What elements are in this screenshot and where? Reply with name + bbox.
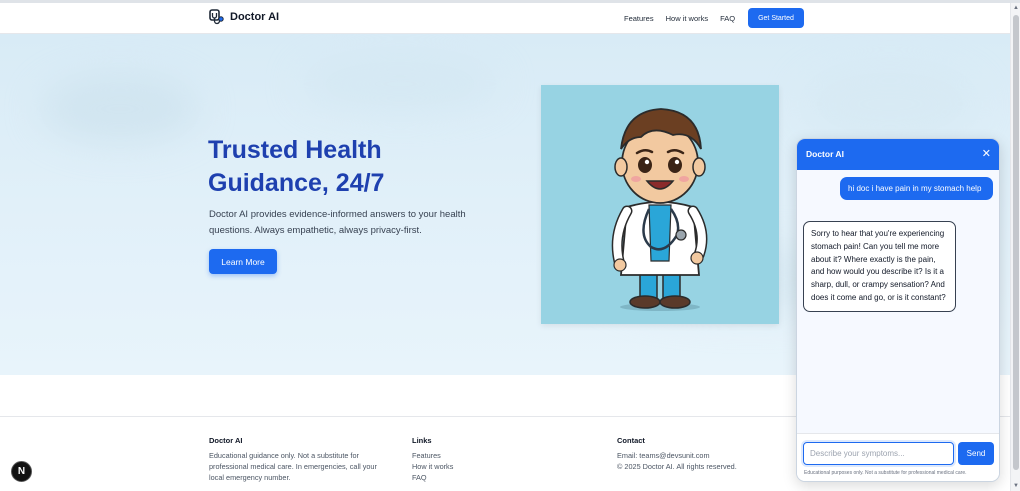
cartoon-doctor-image (611, 108, 708, 311)
hero-background-blur (800, 64, 980, 144)
footer-contact-heading: Contact (617, 436, 645, 445)
chat-disclaimer: Educational purposes only. Not a substit… (804, 470, 967, 476)
brand[interactable]: Doctor AI (209, 9, 279, 25)
footer-contact-email[interactable]: Email: teams@devsunit.com (617, 451, 787, 462)
nav-links: Features How it works FAQ (624, 14, 735, 23)
hero-background-blur (40, 74, 200, 144)
chat-title: Doctor AI (806, 149, 844, 159)
next-dev-badge[interactable]: N (11, 461, 32, 482)
chat-input-area: Send Educational purposes only. Not a su… (797, 433, 999, 481)
page-scrollbar[interactable]: ▲ ▼ (1010, 3, 1020, 491)
footer-copyright: © 2025 Doctor AI. All rights reserved. (617, 461, 737, 471)
footer-about-text: Educational guidance only. Not a substit… (209, 451, 377, 482)
footer-link-faq[interactable]: FAQ (412, 473, 532, 484)
scrollbar-thumb[interactable] (1013, 15, 1019, 470)
footer-link-how-it-works[interactable]: How it works (412, 462, 532, 473)
hero-background-blur (300, 54, 500, 114)
assistant-message: Sorry to hear that you're experiencing s… (803, 221, 956, 312)
footer-about: Doctor AI Educational guidance only. Not… (209, 436, 389, 483)
close-icon[interactable]: ✕ (982, 147, 991, 160)
doctor-illustration (541, 85, 779, 324)
chat-header: Doctor AI ✕ (797, 139, 999, 170)
hero-description: Doctor AI provides evidence-informed ans… (209, 209, 466, 236)
symptom-input[interactable] (801, 440, 956, 467)
nav-link-how-it-works[interactable]: How it works (666, 14, 709, 23)
chat-widget: Doctor AI ✕ hi doc i have pain in my sto… (796, 138, 1000, 482)
scroll-up-arrow-icon[interactable]: ▲ (1013, 5, 1019, 11)
footer-contact: Contact Email: teams@devsunit.com © 2025… (617, 436, 787, 473)
get-started-button[interactable]: Get Started (748, 8, 804, 28)
user-message: hi doc i have pain in my stomach help (840, 177, 993, 200)
scroll-down-arrow-icon[interactable]: ▼ (1013, 483, 1019, 489)
top-navbar: Doctor AI Features How it works FAQ Get … (0, 3, 1010, 34)
footer-link-features[interactable]: Features (412, 451, 532, 462)
stethoscope-logo-icon (209, 9, 224, 25)
brand-name: Doctor AI (230, 11, 280, 23)
nav-link-features[interactable]: Features (624, 14, 654, 23)
footer-about-heading: Doctor AI (209, 436, 243, 445)
nav-link-faq[interactable]: FAQ (720, 14, 735, 23)
learn-more-button[interactable]: Learn More (209, 249, 277, 274)
footer-links: Links Features How it works FAQ (412, 436, 532, 483)
footer-links-heading: Links (412, 436, 432, 445)
send-button[interactable]: Send (958, 442, 994, 465)
hero-title: Trusted Health Guidance, 24/7 (208, 136, 385, 197)
